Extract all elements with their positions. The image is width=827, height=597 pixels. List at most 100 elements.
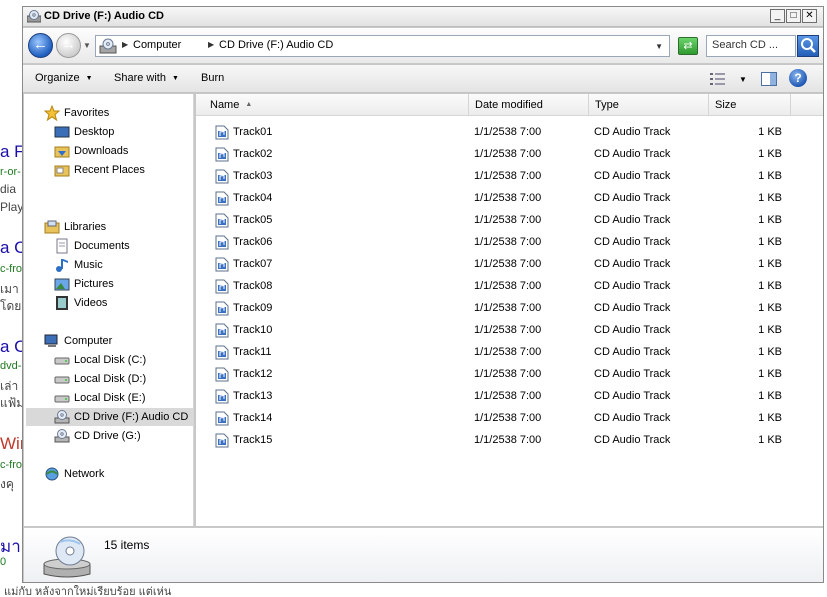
- nav-label: Network: [64, 468, 105, 480]
- back-button[interactable]: ←: [28, 33, 53, 58]
- hard-disk-icon: [54, 376, 70, 384]
- file-row[interactable]: Track09 1/1/2538 7:00 CD Audio Track 1 KB: [196, 298, 823, 320]
- file-type: CD Audio Track: [594, 324, 671, 336]
- view-dropdown-icon[interactable]: ▼: [739, 75, 747, 84]
- help-icon[interactable]: ?: [789, 69, 807, 87]
- nav-label: CD Drive (F:) Audio CD: [74, 411, 189, 423]
- preview-pane-icon[interactable]: [761, 72, 777, 86]
- maximize-button[interactable]: □: [786, 9, 801, 23]
- item-count: 15 items: [104, 538, 150, 552]
- breadcrumb-separator-icon[interactable]: ▶: [208, 40, 214, 49]
- file-date: 1/1/2538 7:00: [474, 346, 542, 358]
- file-row[interactable]: Track06 1/1/2538 7:00 CD Audio Track 1 KB: [196, 232, 823, 254]
- file-name: Track15: [233, 434, 273, 446]
- file-type: CD Audio Track: [594, 412, 671, 424]
- file-name: Track10: [233, 324, 273, 336]
- organize-menu[interactable]: Organize ▼: [35, 72, 93, 84]
- command-bar: Organize ▼ Share with ▼ Burn ▼ ?: [23, 65, 823, 93]
- title-bar[interactable]: CD Drive (F:) Audio CD _ □ ✕: [23, 7, 823, 27]
- explorer-window: CD Drive (F:) Audio CD _ □ ✕ ← → ▼ ▶ Com…: [22, 6, 824, 583]
- forward-button[interactable]: →: [56, 33, 81, 58]
- audio-track-icon: [215, 257, 229, 272]
- file-name: Track14: [233, 412, 273, 424]
- file-row[interactable]: Track04 1/1/2538 7:00 CD Audio Track 1 KB: [196, 188, 823, 210]
- file-type: CD Audio Track: [594, 368, 671, 380]
- close-button[interactable]: ✕: [802, 9, 817, 23]
- nav-label: Recent Places: [74, 164, 145, 176]
- file-row[interactable]: Track13 1/1/2538 7:00 CD Audio Track 1 KB: [196, 386, 823, 408]
- file-size: 1 KB: [758, 280, 782, 292]
- file-type: CD Audio Track: [594, 346, 671, 358]
- nav-label: Videos: [74, 297, 108, 309]
- breadcrumb-separator-icon[interactable]: ▶: [122, 40, 128, 49]
- music-icon: [56, 259, 68, 272]
- breadcrumb-current[interactable]: CD Drive (F:) Audio CD: [219, 39, 333, 51]
- cd-drive-icon: [54, 429, 70, 443]
- file-row[interactable]: Track11 1/1/2538 7:00 CD Audio Track 1 KB: [196, 342, 823, 364]
- forward-arrow-icon: →: [61, 36, 76, 53]
- file-size: 1 KB: [758, 302, 782, 314]
- background-text-fragment: dia: [0, 182, 17, 196]
- cd-drive-large-icon: [43, 536, 91, 578]
- file-row[interactable]: Track10 1/1/2538 7:00 CD Audio Track 1 KB: [196, 320, 823, 342]
- file-name: Track06: [233, 236, 273, 248]
- file-type: CD Audio Track: [594, 258, 671, 270]
- documents-icon: [56, 238, 68, 254]
- file-type: CD Audio Track: [594, 170, 671, 182]
- hard-disk-icon: [54, 395, 70, 403]
- column-header-date[interactable]: Date modified: [469, 94, 589, 116]
- nav-cd-drive-f[interactable]: CD Drive (F:) Audio CD: [26, 408, 193, 426]
- audio-track-icon: [215, 279, 229, 294]
- file-name: Track13: [233, 390, 273, 402]
- file-name: Track05: [233, 214, 273, 226]
- recent-pages-dropdown-icon[interactable]: ▼: [83, 41, 91, 50]
- file-size: 1 KB: [758, 368, 782, 380]
- chevron-down-icon: ▼: [85, 74, 93, 82]
- breadcrumb-computer[interactable]: Computer: [133, 39, 181, 51]
- file-size: 1 KB: [758, 412, 782, 424]
- file-name: Track12: [233, 368, 273, 380]
- desktop-icon: [54, 126, 70, 138]
- file-row[interactable]: Track07 1/1/2538 7:00 CD Audio Track 1 KB: [196, 254, 823, 276]
- column-header-bar: Name ▲ Date modified Type Size: [196, 94, 823, 116]
- file-row[interactable]: Track08 1/1/2538 7:00 CD Audio Track 1 KB: [196, 276, 823, 298]
- address-box[interactable]: ▶ Computer ▶ CD Drive (F:) Audio CD ▼: [95, 35, 670, 57]
- column-header-size[interactable]: Size: [709, 94, 791, 116]
- file-size: 1 KB: [758, 214, 782, 226]
- file-size: 1 KB: [758, 324, 782, 336]
- address-dropdown-icon[interactable]: ▼: [655, 42, 663, 51]
- pictures-icon: [54, 278, 70, 291]
- burn-button[interactable]: Burn: [201, 72, 224, 84]
- minimize-button[interactable]: _: [770, 9, 785, 23]
- background-bottom-text: แม่กับ หลังจากใหม่เรียบร้อย แต่เห่น: [0, 582, 827, 597]
- file-row[interactable]: Track03 1/1/2538 7:00 CD Audio Track 1 KB: [196, 166, 823, 188]
- file-size: 1 KB: [758, 126, 782, 138]
- file-row[interactable]: Track14 1/1/2538 7:00 CD Audio Track 1 KB: [196, 408, 823, 430]
- file-date: 1/1/2538 7:00: [474, 434, 542, 446]
- file-date: 1/1/2538 7:00: [474, 192, 542, 204]
- nav-label: Local Disk (E:): [74, 392, 146, 404]
- file-row[interactable]: Track05 1/1/2538 7:00 CD Audio Track 1 KB: [196, 210, 823, 232]
- search-button[interactable]: [797, 35, 819, 57]
- file-size: 1 KB: [758, 148, 782, 160]
- file-name: Track02: [233, 148, 273, 160]
- background-text-fragment: a C: [0, 337, 24, 356]
- file-row[interactable]: Track12 1/1/2538 7:00 CD Audio Track 1 KB: [196, 364, 823, 386]
- file-type: CD Audio Track: [594, 280, 671, 292]
- refresh-button[interactable]: ⇄: [678, 37, 698, 55]
- file-row[interactable]: Track01 1/1/2538 7:00 CD Audio Track 1 KB: [196, 122, 823, 144]
- view-options-icon[interactable]: [709, 72, 727, 86]
- share-with-menu[interactable]: Share with ▼: [114, 72, 179, 84]
- column-header-name[interactable]: Name ▲: [204, 94, 469, 116]
- file-date: 1/1/2538 7:00: [474, 324, 542, 336]
- file-row[interactable]: Track15 1/1/2538 7:00 CD Audio Track 1 KB: [196, 430, 823, 452]
- file-row[interactable]: Track02 1/1/2538 7:00 CD Audio Track 1 KB: [196, 144, 823, 166]
- background-text-fragment: 0: [0, 556, 7, 568]
- background-text-fragment: dvd-: [0, 360, 22, 372]
- background-text-fragment: a F: [0, 142, 24, 161]
- window-title: CD Drive (F:) Audio CD: [44, 10, 164, 22]
- search-input[interactable]: Search CD ...: [706, 35, 796, 57]
- details-pane: 15 items: [24, 527, 823, 582]
- file-type: CD Audio Track: [594, 302, 671, 314]
- column-header-type[interactable]: Type: [589, 94, 709, 116]
